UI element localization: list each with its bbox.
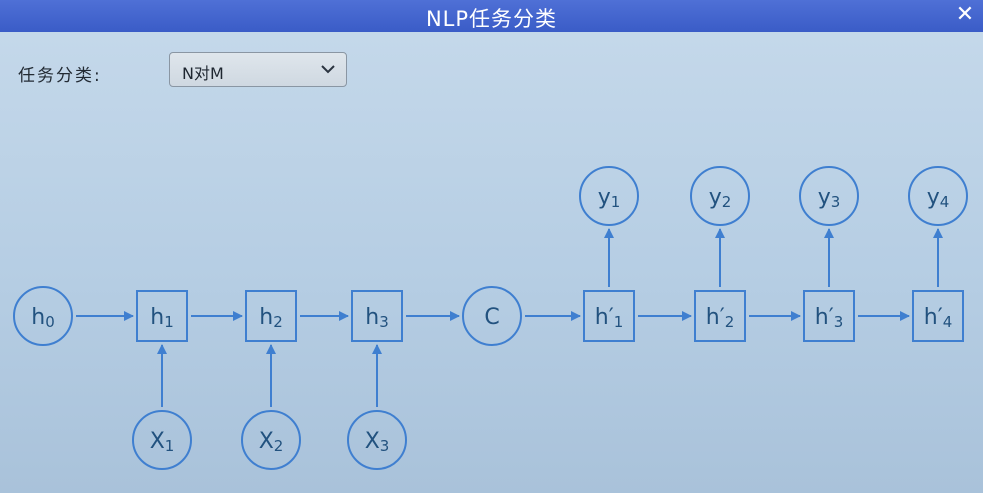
node-output-y1-label-base: y (598, 185, 611, 210)
node-encoder-h2-label: h2 (259, 305, 283, 331)
node-encoder-h2-label-subscript: 2 (273, 313, 283, 331)
node-decoder-h2-label: h′2 (706, 305, 735, 331)
node-decoder-h2-label-base: h′ (706, 305, 725, 330)
node-decoder-h4-label-base: h′ (924, 305, 943, 330)
node-encoder-h1: h1 (136, 290, 188, 342)
node-output-y3-label-subscript: 3 (831, 193, 841, 211)
node-input-x3-label-base: X (365, 429, 380, 454)
node-input-x1-label-base: X (150, 429, 165, 454)
node-output-y2-label: y2 (709, 185, 732, 211)
node-output-y1-label: y1 (598, 185, 621, 211)
node-encoder-h3: h3 (351, 290, 403, 342)
node-decoder-h3-label-subscript: 3 (834, 313, 844, 331)
node-input-x1: X1 (132, 410, 192, 470)
node-h0-label: h0 (31, 305, 55, 331)
node-output-y4-label: y4 (927, 185, 950, 211)
node-input-x1-label-subscript: 1 (165, 437, 175, 455)
node-output-y3-label-base: y (818, 185, 831, 210)
node-output-y3: y3 (799, 166, 859, 226)
node-decoder-h1-label-subscript: 1 (614, 313, 624, 331)
node-decoder-h4-label-subscript: 4 (943, 313, 953, 331)
node-output-y4: y4 (908, 166, 968, 226)
node-input-x1-label: X1 (150, 429, 175, 455)
node-encoder-h1-label-base: h (150, 305, 164, 330)
title-bar: NLP任务分类 ✕ (0, 0, 983, 32)
node-h0: h0 (13, 286, 73, 346)
node-output-y1-label-subscript: 1 (611, 193, 621, 211)
node-input-x3: X3 (347, 410, 407, 470)
node-decoder-h1-label: h′1 (595, 305, 624, 331)
node-decoder-h3: h′3 (803, 290, 855, 342)
node-context-c: C (462, 286, 522, 346)
node-decoder-h4: h′4 (912, 290, 964, 342)
node-input-x2-label-base: X (259, 429, 274, 454)
node-input-x3-label: X3 (365, 429, 390, 455)
node-output-y4-label-subscript: 4 (940, 193, 950, 211)
node-context-c-label-base: C (484, 305, 499, 330)
node-decoder-h2-label-subscript: 2 (725, 313, 735, 331)
node-decoder-h1-label-base: h′ (595, 305, 614, 330)
node-input-x2-label: X2 (259, 429, 284, 455)
node-h0-label-base: h (31, 305, 45, 330)
node-decoder-h1: h′1 (583, 290, 635, 342)
node-encoder-h1-label-subscript: 1 (164, 313, 174, 331)
node-decoder-h3-label: h′3 (815, 305, 844, 331)
node-output-y3-label: y3 (818, 185, 841, 211)
node-encoder-h1-label: h1 (150, 305, 174, 331)
node-encoder-h2: h2 (245, 290, 297, 342)
node-decoder-h3-label-base: h′ (815, 305, 834, 330)
close-icon[interactable]: ✕ (953, 3, 977, 27)
node-output-y1: y1 (579, 166, 639, 226)
node-encoder-h3-label: h3 (365, 305, 389, 331)
node-encoder-h2-label-base: h (259, 305, 273, 330)
node-encoder-h3-label-base: h (365, 305, 379, 330)
node-input-x2-label-subscript: 2 (274, 437, 284, 455)
window-title: NLP任务分类 (425, 7, 558, 31)
node-context-c-label: C (484, 305, 499, 330)
node-output-y4-label-base: y (927, 185, 940, 210)
node-output-y2: y2 (690, 166, 750, 226)
node-h0-label-subscript: 0 (45, 313, 55, 331)
node-output-y2-label-base: y (709, 185, 722, 210)
node-encoder-h3-label-subscript: 3 (379, 313, 389, 331)
node-input-x3-label-subscript: 3 (380, 437, 390, 455)
node-output-y2-label-subscript: 2 (722, 193, 732, 211)
node-decoder-h2: h′2 (694, 290, 746, 342)
node-decoder-h4-label: h′4 (924, 305, 953, 331)
seq2seq-diagram: h0 h1 h2 h3X1 X2 X3C h′1 h′2 h′3 h′4y1 y2 y3 y4 (13, 166, 968, 470)
node-input-x2: X2 (241, 410, 301, 470)
